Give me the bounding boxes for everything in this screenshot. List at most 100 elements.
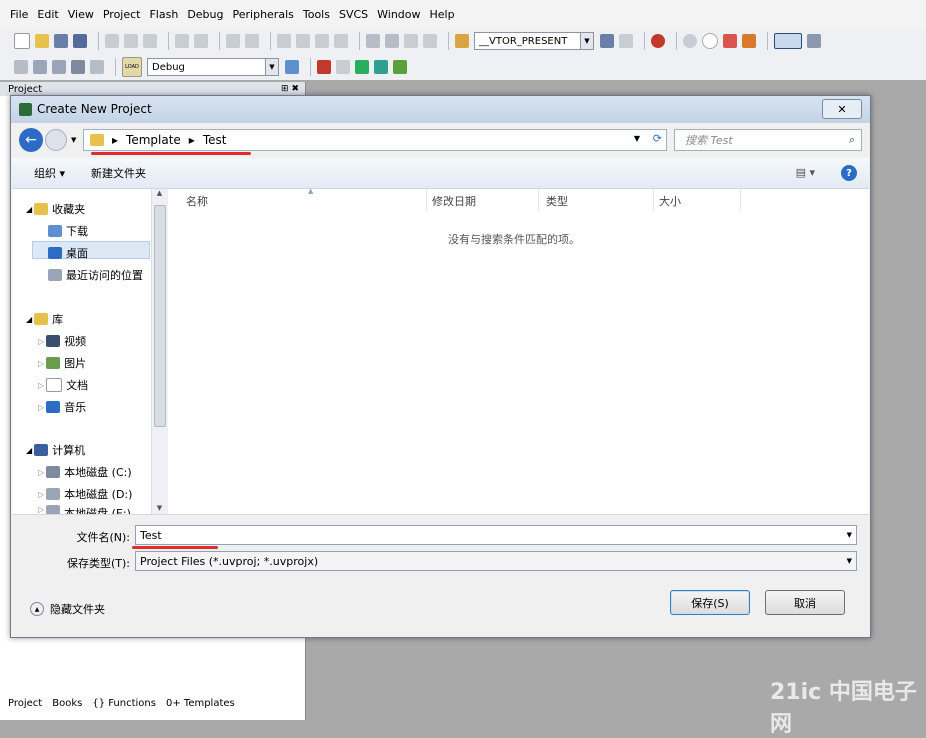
back-arrow-icon[interactable]: ← <box>19 128 43 152</box>
nav-videos[interactable]: ▷ 视频 <box>38 333 86 349</box>
collapse-icon[interactable]: ▷ <box>38 505 44 514</box>
column-divider[interactable] <box>538 189 539 211</box>
cancel-button[interactable]: 取消 <box>765 590 845 615</box>
incremental-find-icon[interactable] <box>619 34 633 48</box>
target-combo[interactable]: __VTOR_PRESENT ▼ <box>474 32 594 50</box>
pack-update-icon[interactable] <box>393 60 407 74</box>
chevron-down-icon[interactable]: ▼ <box>634 134 640 143</box>
column-divider[interactable] <box>740 189 741 211</box>
paste-icon[interactable] <box>143 34 157 48</box>
breadcrumb-separator-icon[interactable]: ▸ <box>189 133 195 147</box>
uncomment-icon[interactable] <box>423 34 437 48</box>
filename-input[interactable]: Test ▼ <box>135 525 857 545</box>
menu-flash[interactable]: Flash <box>149 8 178 21</box>
target-options-icon[interactable] <box>285 60 299 74</box>
search-icon[interactable]: ⌕ <box>849 133 855 147</box>
chevron-up-icon[interactable]: ▲ <box>30 602 44 616</box>
configure-icon[interactable] <box>807 34 821 48</box>
load-icon[interactable]: LOAD <box>122 57 142 77</box>
menu-file[interactable]: File <box>10 8 28 21</box>
tab-books[interactable]: Books <box>52 698 82 709</box>
scroll-down-icon[interactable]: ▼ <box>152 504 167 512</box>
window-layout-icon[interactable] <box>774 33 802 49</box>
translate-icon[interactable] <box>14 60 28 74</box>
find-icon[interactable] <box>600 34 614 48</box>
save-button[interactable]: 保存(S) <box>670 590 750 615</box>
stop-build-icon[interactable] <box>90 60 104 74</box>
nav-desktop[interactable]: 桌面 <box>48 245 88 261</box>
column-divider[interactable] <box>653 189 654 211</box>
chevron-down-icon[interactable]: ▼ <box>847 531 852 539</box>
nav-forward-icon[interactable] <box>245 34 259 48</box>
breakpoint-kill-icon[interactable] <box>742 34 756 48</box>
nav-back-icon[interactable] <box>226 34 240 48</box>
collapse-icon[interactable]: ▷ <box>38 403 44 412</box>
column-name[interactable]: 名称 <box>186 193 208 209</box>
collapse-icon[interactable]: ▷ <box>38 490 44 499</box>
menu-debug[interactable]: Debug <box>187 8 223 21</box>
indent-icon[interactable] <box>366 34 380 48</box>
nav-favorites[interactable]: ◢ 收藏夹 <box>26 201 85 217</box>
chevron-down-icon[interactable]: ▼ <box>580 33 593 49</box>
nav-computer[interactable]: ◢ 计算机 <box>26 442 85 458</box>
bookmark-icon[interactable] <box>277 34 291 48</box>
collapse-icon[interactable]: ▷ <box>38 468 44 477</box>
bookmark-next-icon[interactable] <box>315 34 329 48</box>
breakpoint-disable-icon[interactable] <box>702 33 718 49</box>
comment-icon[interactable] <box>404 34 418 48</box>
nav-downloads[interactable]: 下载 <box>48 223 88 239</box>
breadcrumb-test[interactable]: Test <box>203 133 227 147</box>
menu-peripherals[interactable]: Peripherals <box>233 8 294 21</box>
menu-help[interactable]: Help <box>430 8 455 21</box>
save-icon[interactable] <box>54 34 68 48</box>
new-file-icon[interactable] <box>14 33 30 49</box>
find-in-files-icon[interactable] <box>455 34 469 48</box>
organize-button[interactable]: 组织 ▾ <box>34 165 65 181</box>
search-input[interactable]: 搜索 Test ⌕ <box>674 129 862 151</box>
refresh-icon[interactable]: ⟳ <box>653 132 662 145</box>
filetype-select[interactable]: Project Files (*.uvproj; *.uvprojx) ▼ <box>135 551 857 571</box>
unindent-icon[interactable] <box>385 34 399 48</box>
bookmark-clear-icon[interactable] <box>334 34 348 48</box>
manage-project-icon[interactable] <box>317 60 331 74</box>
chevron-down-icon[interactable]: ▼ <box>847 557 852 565</box>
open-folder-icon[interactable] <box>35 34 49 48</box>
tab-templates[interactable]: 0+ Templates <box>166 698 235 709</box>
nav-library[interactable]: ◢ 库 <box>26 311 63 327</box>
scrollbar-thumb[interactable] <box>154 205 166 427</box>
nav-documents[interactable]: ▷ 文档 <box>38 377 88 393</box>
nav-disk-d[interactable]: ▷ 本地磁盘 (D:) <box>38 486 132 502</box>
expand-icon[interactable]: ◢ <box>26 446 32 455</box>
batch-build-icon[interactable] <box>71 60 85 74</box>
breadcrumb-template[interactable]: Template <box>126 133 181 147</box>
menu-tools[interactable]: Tools <box>303 8 330 21</box>
menu-svcs[interactable]: SVCS <box>339 8 368 21</box>
pack-installer-icon[interactable] <box>374 60 388 74</box>
bookmark-prev-icon[interactable] <box>296 34 310 48</box>
collapse-icon[interactable]: ▷ <box>38 359 44 368</box>
panel-pin-close-icon[interactable]: ⊞ ✖ <box>281 84 299 94</box>
menu-edit[interactable]: Edit <box>37 8 58 21</box>
menu-view[interactable]: View <box>68 8 94 21</box>
help-icon[interactable]: ? <box>841 165 857 181</box>
menu-project[interactable]: Project <box>103 8 141 21</box>
nav-disk-c[interactable]: ▷ 本地磁盘 (C:) <box>38 464 132 480</box>
redo-icon[interactable] <box>194 34 208 48</box>
history-chevron-icon[interactable]: ▼ <box>71 136 76 144</box>
tab-functions[interactable]: {} Functions <box>92 698 156 709</box>
debug-start-icon[interactable] <box>651 34 665 48</box>
build-icon[interactable] <box>33 60 47 74</box>
expand-icon[interactable]: ◢ <box>26 205 32 214</box>
nav-music[interactable]: ▷ 音乐 <box>38 399 86 415</box>
nav-scrollbar[interactable]: ▲ ▼ <box>151 189 167 514</box>
tab-project[interactable]: Project <box>8 698 42 709</box>
nav-recent[interactable]: 最近访问的位置 <box>48 267 143 283</box>
view-options-button[interactable]: ▤ ▾ <box>796 166 815 179</box>
rebuild-icon[interactable] <box>52 60 66 74</box>
build-target-combo[interactable]: Debug ▼ <box>147 58 279 76</box>
new-folder-button[interactable]: 新建文件夹 <box>91 165 146 181</box>
copy-icon[interactable] <box>124 34 138 48</box>
address-bar[interactable]: ▸ Template ▸ Test ▼ ⟳ <box>83 129 667 151</box>
cut-icon[interactable] <box>105 34 119 48</box>
chevron-down-icon[interactable]: ▼ <box>265 59 278 75</box>
